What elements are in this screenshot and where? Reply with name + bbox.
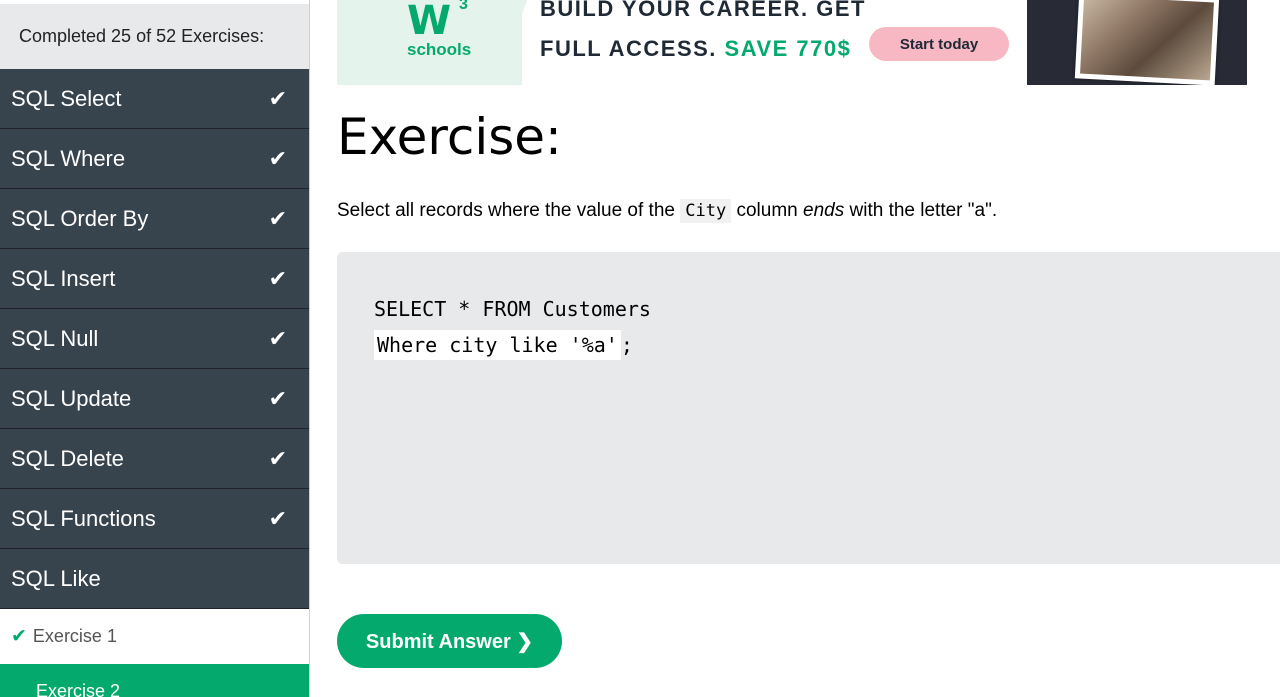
topic-sql-update[interactable]: SQL Update ✔ [0,369,309,429]
instruction-prefix: Select all records where the value of th… [337,200,675,221]
check-icon: ✔ [268,505,287,531]
check-icon: ✔ [11,626,27,647]
topic-sql-select[interactable]: SQL Select ✔ [0,69,309,129]
w3schools-logo-sup: 3 [459,0,468,13]
code-line: Where city like '%a'; [374,330,633,360]
start-today-button[interactable]: Start today [869,27,1009,61]
submit-answer-button[interactable]: Submit Answer ❯ [337,614,562,668]
banner-headline-2: FULL ACCESS. SAVE 770$ [540,36,851,62]
topic-label: SQL Insert [11,265,116,291]
ad-banner[interactable]: W 3 schools BUILD YOUR CAREER. GET FULL … [337,0,1247,85]
check-icon: ✔ [268,265,287,291]
page-title: Exercise: [337,108,562,166]
exercise-instruction: Select all records where the value of th… [337,199,998,223]
check-icon: ✔ [268,205,287,231]
topic-sql-functions[interactable]: SQL Functions ✔ [0,489,309,549]
topic-sql-like[interactable]: SQL Like [0,549,309,609]
code-terminator: ; [620,333,633,357]
check-icon: ✔ [268,85,287,111]
topic-sql-order-by[interactable]: SQL Order By ✔ [0,189,309,249]
w3schools-logo-text: schools [407,40,472,59]
progress-text: Completed 25 of 52 Exercises: [0,4,309,69]
code-line: SELECT * FROM Customers [374,297,651,321]
banner-photo [1074,0,1220,85]
topic-sql-delete[interactable]: SQL Delete ✔ [0,429,309,489]
answer-input[interactable]: Where city like '%a' [374,330,621,360]
w3schools-logo: W [407,0,452,44]
check-icon: ✔ [268,445,287,471]
check-icon: ✔ [268,145,287,171]
topic-label: SQL Delete [11,445,124,471]
exercise-label: Exercise 1 [32,626,117,646]
banner-headline-1: BUILD YOUR CAREER. GET [540,0,866,21]
topic-label: SQL Null [11,325,99,351]
sidebar: Completed 25 of 52 Exercises: SQL Select… [0,0,310,697]
topic-label: SQL Select [11,85,122,111]
topic-label: SQL Where [11,145,126,171]
topic-label: SQL Update [11,385,132,411]
exercise-item-1[interactable]: ✔ Exercise 1 [0,609,309,664]
topic-label: SQL Order By [11,205,149,231]
exercise-label: Exercise 2 [36,681,121,697]
topic-label: SQL Like [11,565,101,591]
instruction-mid: column [736,200,798,221]
photo-image [1080,0,1214,81]
exercise-item-2[interactable]: Exercise 2 [0,664,309,697]
instruction-code: City [680,199,732,223]
banner-save-text: SAVE 770$ [724,36,852,61]
check-icon: ✔ [268,385,287,411]
instruction-emphasis: ends [803,200,845,221]
topic-sql-null[interactable]: SQL Null ✔ [0,309,309,369]
topic-sql-insert[interactable]: SQL Insert ✔ [0,249,309,309]
instruction-suffix: with the letter "a". [849,200,998,221]
code-editor: SELECT * FROM Customers Where city like … [337,252,1280,564]
banner-headline-prefix: FULL ACCESS. [540,36,717,61]
check-icon: ✔ [268,325,287,351]
banner-divider [497,0,527,85]
topic-label: SQL Functions [11,505,156,531]
topic-sql-where[interactable]: SQL Where ✔ [0,129,309,189]
